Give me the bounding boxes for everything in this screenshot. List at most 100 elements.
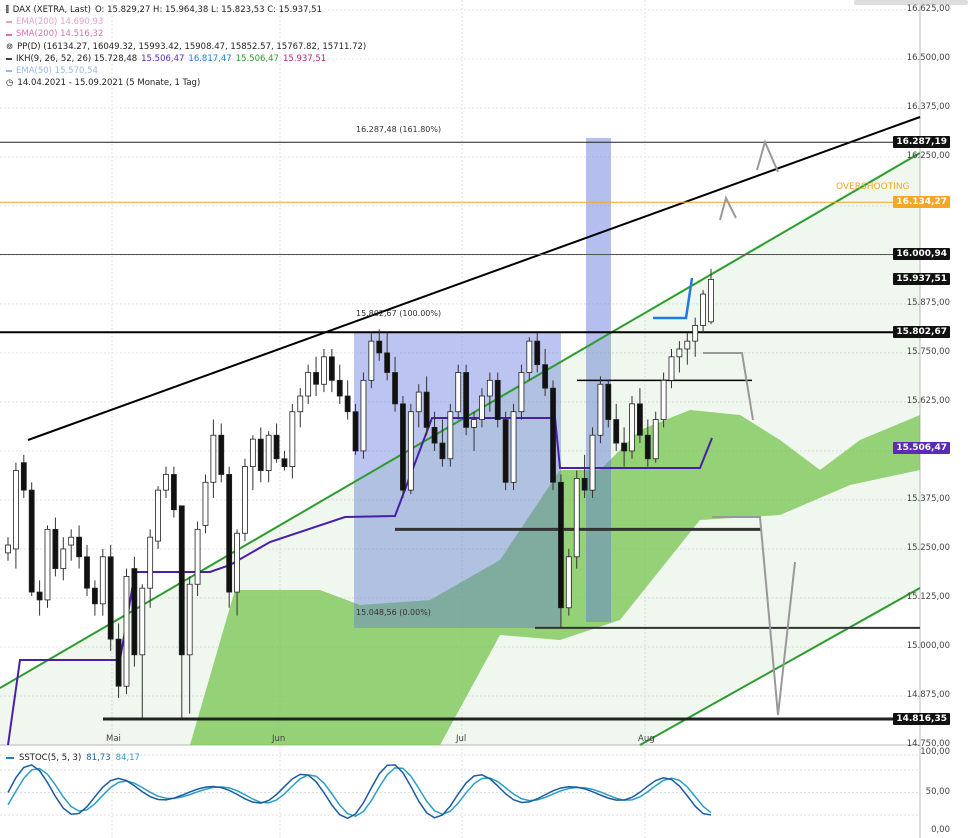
candle-body xyxy=(115,638,122,687)
candle-body xyxy=(376,340,383,354)
clock-icon: ◷ xyxy=(6,78,14,89)
candle-body xyxy=(328,356,335,381)
candle-body xyxy=(502,419,509,483)
candle-body xyxy=(605,383,612,420)
candle-body xyxy=(676,348,683,358)
candle-body xyxy=(463,372,470,428)
fib-top-label: 16.287,48 (161.80%) xyxy=(356,125,442,134)
y-tick-label: 16.250,00 xyxy=(906,150,950,161)
sstoc-line-k xyxy=(7,764,712,820)
candle-body xyxy=(510,411,517,483)
ikh-value-4: 15.937,51 xyxy=(282,53,327,64)
candle-body xyxy=(186,583,193,656)
candle-body xyxy=(668,356,675,381)
legend-range: ◷ 14.04.2021 - 15.09.2021 (5 Monate, 1 T… xyxy=(6,77,366,89)
candle-body xyxy=(384,352,391,373)
candle-body xyxy=(526,340,533,373)
sma200-swatch xyxy=(6,33,12,36)
candle-body xyxy=(518,372,525,413)
ohlc-values: O: 15.829,27 H: 15.964,38 L: 15.823,53 C… xyxy=(94,5,322,15)
candle-body xyxy=(52,528,59,569)
candle-body xyxy=(321,356,327,385)
candle-body xyxy=(99,556,106,605)
candle-body xyxy=(573,477,580,558)
instrument-name: DAX (XETRA, Last) xyxy=(12,5,91,15)
candle-body xyxy=(708,278,714,323)
ema200-text: EMA(200) 14.690,93 xyxy=(16,17,104,28)
price-label: 16.134,27 xyxy=(893,196,950,209)
candle-body xyxy=(76,536,82,558)
candle-body xyxy=(265,434,272,471)
candle-body xyxy=(107,556,114,640)
candle-body xyxy=(494,379,501,420)
candle-body xyxy=(652,419,659,460)
osc-tick-50: 50,00 xyxy=(925,787,950,797)
candle-body xyxy=(455,372,462,413)
legend-pp[interactable]: ⊚ PP(D) (16134.27, 16049.32, 15993.42, 1… xyxy=(6,41,366,53)
fib-mid-label: 15.802,67 (100.00%) xyxy=(356,309,442,318)
candle-body xyxy=(249,438,256,468)
candle-body xyxy=(479,395,485,420)
candle-body xyxy=(281,458,288,468)
y-tick-label: 15.250,00 xyxy=(906,542,950,553)
candle-body xyxy=(392,372,398,405)
y-tick-label: 16.375,00 xyxy=(906,101,950,112)
candle-body xyxy=(28,489,35,593)
legend-ema50[interactable]: EMA(50) 15.570,54 xyxy=(6,65,366,77)
legend-ema200[interactable]: EMA(200) 14.690,93 xyxy=(6,16,366,28)
ikh-value-1: 15.506,47 xyxy=(141,53,185,64)
projection-arrow xyxy=(719,195,737,221)
candle-body xyxy=(644,434,651,460)
candle-body xyxy=(289,411,296,468)
candle-body xyxy=(305,372,312,397)
y-tick-label: 15.625,00 xyxy=(906,395,950,406)
candle-body xyxy=(558,481,564,609)
candle-body xyxy=(123,575,130,687)
chart-canvas[interactable] xyxy=(0,0,974,838)
candle-body xyxy=(471,419,477,428)
candle-body xyxy=(131,568,138,656)
candle-body xyxy=(542,364,549,389)
y-tick-label: 14.750,00 xyxy=(906,739,950,749)
candle-body xyxy=(273,434,280,460)
price-label: 15.802,67 xyxy=(893,326,950,339)
candle-body xyxy=(210,434,217,483)
candle-body xyxy=(139,587,146,656)
candle-body xyxy=(400,403,406,491)
candle-body xyxy=(234,532,240,593)
ema200-swatch xyxy=(6,21,12,24)
legend-sma200[interactable]: SMA(200) 14.516,32 xyxy=(6,28,366,40)
candle-body xyxy=(202,481,209,526)
candle-body xyxy=(439,442,446,460)
legend-instrument: ⫿ DAX (XETRA, Last) O: 15.829,27 H: 15.9… xyxy=(6,4,366,16)
projection-arrow xyxy=(756,139,779,173)
candle-body xyxy=(84,556,90,589)
candle-body xyxy=(226,474,233,593)
ema50-swatch xyxy=(6,70,12,73)
sstoc-value-1: 81,73 xyxy=(86,753,111,763)
candle-body xyxy=(534,340,541,366)
candle-body xyxy=(431,426,438,444)
y-tick-label: 16.625,00 xyxy=(906,3,950,14)
candle-body xyxy=(178,505,185,656)
candle-body xyxy=(313,372,319,385)
y-tick-label: 15.750,00 xyxy=(906,346,950,357)
candle-body xyxy=(447,411,454,460)
price-label: 16.000,94 xyxy=(893,248,950,261)
candle-body xyxy=(550,387,556,483)
candle-body xyxy=(613,419,620,444)
candle-body xyxy=(344,395,351,413)
price-label: 15.937,51 xyxy=(893,273,950,286)
overshooting-label: OVERSHOOTING xyxy=(836,182,910,192)
ikh-value-3: 15.506,47 xyxy=(235,53,279,64)
sma200-text: SMA(200) 14.516,32 xyxy=(16,29,104,40)
candle-body xyxy=(147,536,154,589)
x-tick-label: Jul xyxy=(456,734,467,744)
ikh-swatch xyxy=(6,57,12,60)
y-tick-label: 15.375,00 xyxy=(906,493,950,504)
y-tick-label: 15.125,00 xyxy=(906,591,950,602)
legend-ikh[interactable]: IKH(9, 26, 52, 26) 15.728,48 15.506,47 1… xyxy=(6,53,366,65)
ema50-text: EMA(50) 15.570,54 xyxy=(16,66,98,77)
candle-body xyxy=(297,395,304,413)
candle-body xyxy=(12,470,19,550)
